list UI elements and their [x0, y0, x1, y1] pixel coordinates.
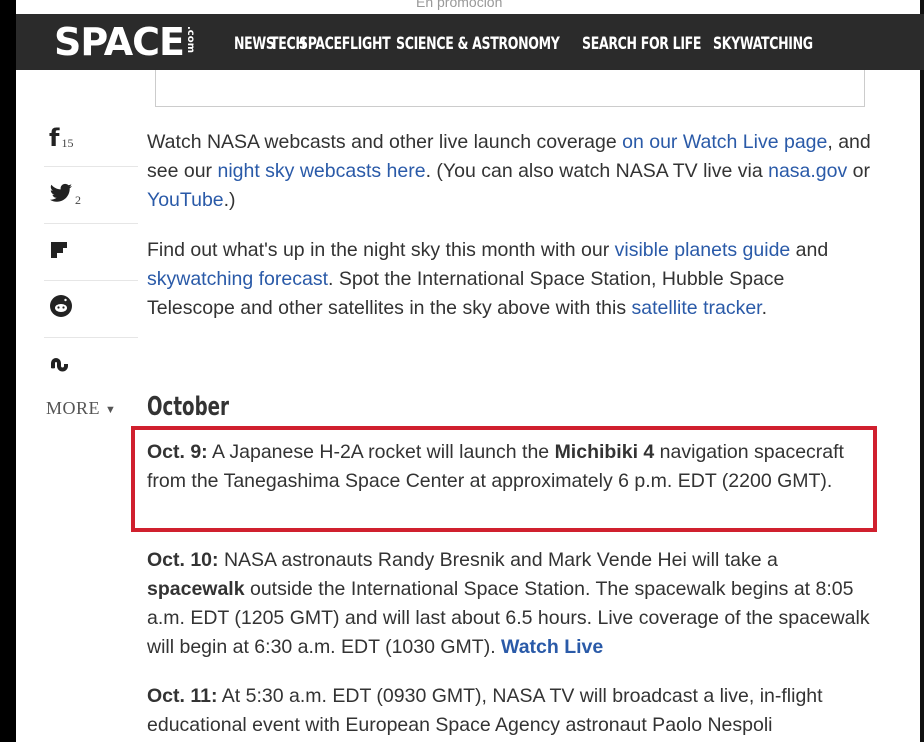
event-1-bold-text: spacewalk	[147, 578, 245, 600]
event-1-text: NASA astronauts Randy Bresnik and Mark V…	[218, 549, 778, 571]
event-date: Oct. 11:	[147, 685, 218, 707]
logo-wordmark: SPACE	[54, 20, 185, 64]
facebook-count: 15	[61, 135, 74, 150]
intro-p2-text: Find out what's up in the night sky this…	[147, 239, 615, 261]
more-share-button[interactable]: MORE ▼	[46, 398, 116, 419]
more-label: MORE	[46, 398, 101, 418]
right-window-edge	[920, 0, 924, 742]
main-nav: NEWS TECH SPACEFLIGHT SCIENCE & ASTRONOM…	[234, 34, 821, 54]
share-sidebar: f 15 2	[44, 110, 138, 394]
reddit-icon	[49, 294, 73, 324]
intro-p1-text: .)	[223, 189, 236, 211]
event-0-text: A Japanese H-2A rocket will launch the	[207, 441, 555, 463]
promo-box	[155, 70, 865, 107]
nav-skywatching[interactable]: SKYWATCHING	[713, 34, 813, 54]
intro-p1-link[interactable]: nasa.gov	[768, 160, 847, 182]
intro-p2-link[interactable]: satellite tracker	[632, 297, 762, 319]
facebook-icon: f	[49, 124, 60, 152]
site-header: SPACE .com NEWS TECH SPACEFLIGHT SCIENCE…	[16, 14, 924, 70]
intro-paragraph-night-sky: Find out what's up in the night sky this…	[147, 236, 877, 323]
intro-p2-text: .	[761, 297, 768, 319]
intro-p1-text: Watch NASA webcasts and other live launc…	[147, 131, 623, 153]
intro-p2-text: and	[790, 239, 829, 261]
event-2-text: At 5:30 a.m. EDT (0930 GMT), NASA TV wil…	[147, 685, 823, 736]
left-window-edge	[0, 0, 16, 742]
share-stumbleupon-button[interactable]	[44, 338, 138, 394]
intro-p1-text: or	[847, 160, 871, 182]
promo-ghost-text: En promoción	[416, 0, 503, 10]
nav-science-astronomy[interactable]: SCIENCE & ASTRONOMY	[396, 34, 560, 54]
intro-p2-link[interactable]: skywatching forecast	[147, 268, 328, 290]
share-facebook-button[interactable]: f 15	[44, 110, 138, 167]
intro-p1-link[interactable]: on our Watch Live page	[622, 131, 827, 153]
event-oct-9: Oct. 9: A Japanese H-2A rocket will laun…	[147, 438, 877, 496]
event-oct-10: Oct. 10: NASA astronauts Randy Bresnik a…	[147, 546, 877, 662]
logo-suffix: .com	[185, 26, 196, 54]
event-0-bold-text: Michibiki 4	[554, 441, 655, 463]
event-date: Oct. 10:	[147, 549, 219, 571]
share-twitter-button[interactable]: 2	[44, 167, 138, 224]
twitter-bird-icon	[49, 181, 73, 209]
event-oct-11: Oct. 11: At 5:30 a.m. EDT (0930 GMT), NA…	[147, 682, 877, 740]
nav-spaceflight[interactable]: SPACEFLIGHT	[299, 34, 391, 54]
nav-news[interactable]: NEWS	[234, 34, 275, 54]
article-intro: Watch NASA webcasts and other live launc…	[147, 128, 877, 323]
caret-down-icon: ▼	[105, 403, 117, 416]
intro-p1-link[interactable]: night sky webcasts here	[217, 160, 425, 182]
stumbleupon-icon	[49, 352, 75, 380]
watch-live-link[interactable]: Watch Live	[501, 636, 603, 658]
intro-p2-link[interactable]: visible planets guide	[615, 239, 791, 261]
nav-search-for-life[interactable]: SEARCH FOR LIFE	[582, 34, 701, 54]
event-date: Oct. 9:	[147, 441, 208, 463]
space-logo[interactable]: SPACE .com	[54, 20, 196, 64]
intro-paragraph-webcasts: Watch NASA webcasts and other live launc…	[147, 128, 877, 215]
share-reddit-button[interactable]	[44, 281, 138, 338]
twitter-count: 2	[75, 192, 81, 207]
flipboard-icon	[49, 238, 69, 266]
share-flipboard-button[interactable]	[44, 224, 138, 281]
promo-strip: En promoción	[16, 0, 920, 14]
intro-p1-link[interactable]: YouTube	[147, 189, 224, 211]
intro-p1-text: . (You can also watch NASA TV live via	[425, 160, 769, 182]
month-heading: October	[147, 392, 230, 422]
